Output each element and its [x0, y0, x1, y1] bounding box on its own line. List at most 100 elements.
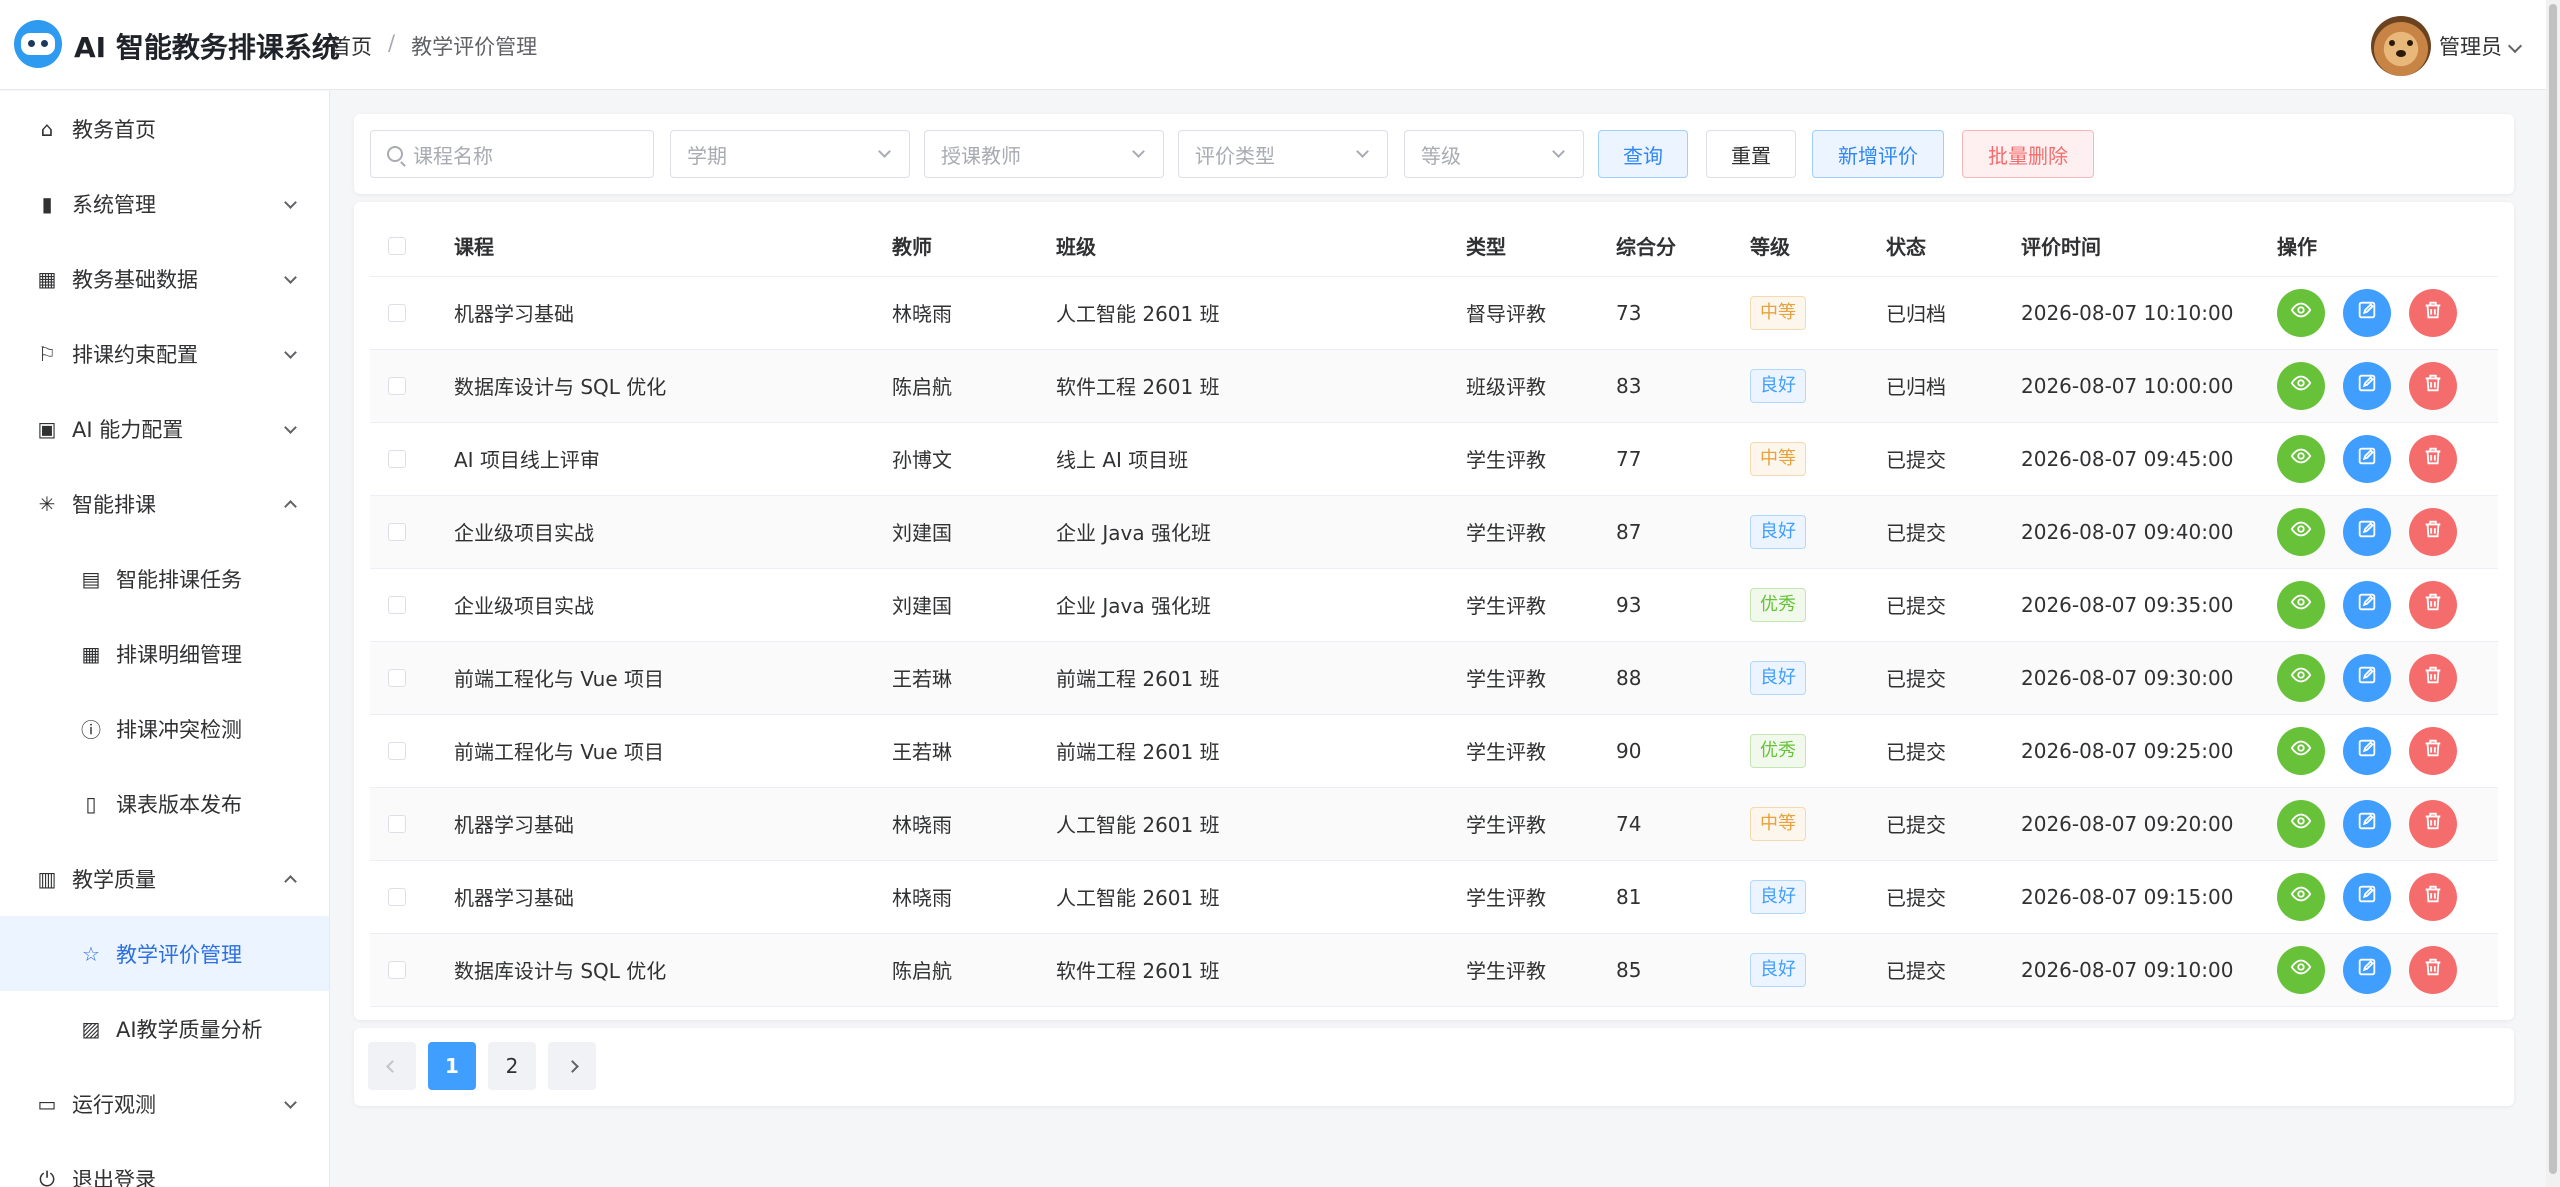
batch-delete-button[interactable]: 批量删除 [1962, 130, 2094, 178]
row-checkbox[interactable] [388, 668, 406, 687]
course-name-input[interactable]: 课程名称 [370, 130, 654, 178]
cell-time: 2026-08-07 10:00:00 [2021, 349, 2277, 423]
chevron-right-icon [565, 1059, 579, 1073]
view-button[interactable] [2277, 872, 2325, 921]
evaluation-type-select[interactable]: 评价类型 [1178, 130, 1388, 178]
sidebar-item-12[interactable]: ▨ AI教学质量分析 [0, 991, 329, 1066]
user-name[interactable]: 管理员 [2439, 31, 2502, 61]
cell-status: 已提交 [1886, 422, 2021, 496]
table-row[interactable]: 数据库设计与 SQL 优化 陈启航 软件工程 2601 班班级评教 83 良好 已归档 20… [370, 349, 2498, 423]
user-menu[interactable]: 管理员 [2371, 16, 2523, 76]
sidebar-item-1[interactable]: ▮ 系统管理 [0, 166, 329, 241]
table-row[interactable]: 数据库设计与 SQL 优化 陈启航 软件工程 2601 班学生评教 85 良好 已提交 20… [370, 933, 2498, 1007]
edit-button[interactable] [2343, 872, 2391, 921]
column-header-course: 课程 [454, 216, 892, 277]
table-row[interactable]: 前端工程化与 Vue 项目 王若琳 前端工程 2601 班学生评教 88 良好 已提交 20… [370, 641, 2498, 715]
table-row[interactable]: 企业级项目实战 刘建国 企业 Java 强化班 学生评教 93 优秀 已提交 2026-08-… [370, 568, 2498, 642]
sidebar-item-7[interactable]: ▦ 排课明细管理 [0, 616, 329, 691]
pagination: 1 2 [354, 1028, 2514, 1106]
sidebar-item-6[interactable]: ▤ 智能排课任务 [0, 541, 329, 616]
table-row[interactable]: AI 项目线上评审 孙博文 线上 AI 项目班 学生评教 77 中等 已提交 2026-08-… [370, 422, 2498, 496]
scrollbar-thumb[interactable] [2549, 4, 2557, 1174]
view-button[interactable] [2277, 288, 2325, 337]
edit-button[interactable] [2343, 434, 2391, 483]
breadcrumb-home[interactable]: 首页 [330, 31, 372, 61]
sidebar-item-11[interactable]: ☆ 教学评价管理 [0, 916, 329, 991]
document-icon: ▯ [85, 791, 97, 816]
teacher-select[interactable]: 授课教师 [924, 130, 1164, 178]
edit-icon [2356, 591, 2378, 618]
row-checkbox[interactable] [388, 887, 406, 906]
edit-button[interactable] [2343, 507, 2391, 556]
view-button[interactable] [2277, 653, 2325, 702]
view-button[interactable] [2277, 799, 2325, 848]
row-checkbox[interactable] [388, 595, 406, 614]
grade-tag: 良好 [1750, 879, 1806, 914]
edit-button[interactable] [2343, 580, 2391, 629]
edit-icon [2356, 664, 2378, 691]
sidebar-item-9[interactable]: ▯ 课表版本发布 [0, 766, 329, 841]
next-page-button[interactable] [548, 1042, 596, 1090]
row-checkbox[interactable] [388, 522, 406, 541]
row-checkbox[interactable] [388, 303, 406, 322]
delete-button[interactable] [2409, 799, 2457, 848]
cell-class: 线上 AI 项目班 [1056, 422, 1466, 496]
delete-button[interactable] [2409, 288, 2457, 337]
page-button-2[interactable]: 2 [488, 1042, 536, 1090]
table-row[interactable]: 前端工程化与 Vue 项目 王若琳 前端工程 2601 班学生评教 90 优秀 已提交 20… [370, 714, 2498, 788]
view-button[interactable] [2277, 580, 2325, 629]
edit-button[interactable] [2343, 361, 2391, 410]
row-checkbox[interactable] [388, 960, 406, 979]
row-checkbox[interactable] [388, 741, 406, 760]
grade-select[interactable]: 等级 [1404, 130, 1584, 178]
sidebar-item-0[interactable]: ⌂ 教务首页 [0, 91, 329, 166]
delete-button[interactable] [2409, 580, 2457, 629]
table-row[interactable]: 机器学习基础 林晓雨 人工智能 2601 班学生评教 74 中等 已提交 2026-08-0… [370, 787, 2498, 861]
reset-button[interactable]: 重置 [1706, 130, 1796, 178]
view-button[interactable] [2277, 434, 2325, 483]
prev-page-button[interactable] [368, 1042, 416, 1090]
eye-icon [2290, 810, 2312, 837]
sidebar-item-5[interactable]: ✳ 智能排课 [0, 466, 329, 541]
table-row[interactable]: 机器学习基础 林晓雨 人工智能 2601 班督导评教 73 中等 已归档 2026-08-0… [370, 276, 2498, 350]
row-checkbox[interactable] [388, 814, 406, 833]
sidebar-item-2[interactable]: ▦ 教务基础数据 [0, 241, 329, 316]
delete-button[interactable] [2409, 507, 2457, 556]
chevron-up-icon [284, 875, 297, 888]
delete-button[interactable] [2409, 361, 2457, 410]
page-scrollbar[interactable] [2546, 0, 2560, 1187]
table-row[interactable]: 企业级项目实战 刘建国 企业 Java 强化班 学生评教 87 良好 已提交 2026-08-… [370, 495, 2498, 569]
edit-button[interactable] [2343, 288, 2391, 337]
delete-button[interactable] [2409, 653, 2457, 702]
view-button[interactable] [2277, 726, 2325, 775]
view-button[interactable] [2277, 945, 2325, 994]
row-checkbox[interactable] [388, 376, 406, 395]
table-row[interactable]: 机器学习基础 林晓雨 人工智能 2601 班学生评教 81 良好 已提交 2026-08-0… [370, 860, 2498, 934]
sidebar-item-14[interactable]: ⏻ 退出登录 [0, 1141, 329, 1187]
chevron-down-icon[interactable] [2507, 38, 2523, 54]
term-select[interactable]: 学期 [670, 130, 910, 178]
edit-button[interactable] [2343, 653, 2391, 702]
select-all-checkbox[interactable] [388, 236, 406, 255]
edit-button[interactable] [2343, 945, 2391, 994]
delete-button[interactable] [2409, 872, 2457, 921]
sidebar-item-8[interactable]: ⓘ 排课冲突检测 [0, 691, 329, 766]
delete-button[interactable] [2409, 434, 2457, 483]
sidebar-item-10[interactable]: ▥ 教学质量 [0, 841, 329, 916]
sidebar-item-3[interactable]: ⚐ 排课约束配置 [0, 316, 329, 391]
avatar[interactable] [2371, 16, 2431, 76]
edit-button[interactable] [2343, 799, 2391, 848]
query-button[interactable]: 查询 [1598, 130, 1688, 178]
view-button[interactable] [2277, 507, 2325, 556]
delete-button[interactable] [2409, 945, 2457, 994]
delete-button[interactable] [2409, 726, 2457, 775]
page-button-1[interactable]: 1 [428, 1042, 476, 1090]
view-button[interactable] [2277, 361, 2325, 410]
cell-teacher: 王若琳 [892, 641, 1056, 715]
add-evaluation-button[interactable]: 新增评价 [1812, 130, 1944, 178]
row-actions [2277, 653, 2498, 702]
sidebar-item-13[interactable]: ▭ 运行观测 [0, 1066, 329, 1141]
row-checkbox[interactable] [388, 449, 406, 468]
edit-button[interactable] [2343, 726, 2391, 775]
sidebar-item-4[interactable]: ▣ AI 能力配置 [0, 391, 329, 466]
